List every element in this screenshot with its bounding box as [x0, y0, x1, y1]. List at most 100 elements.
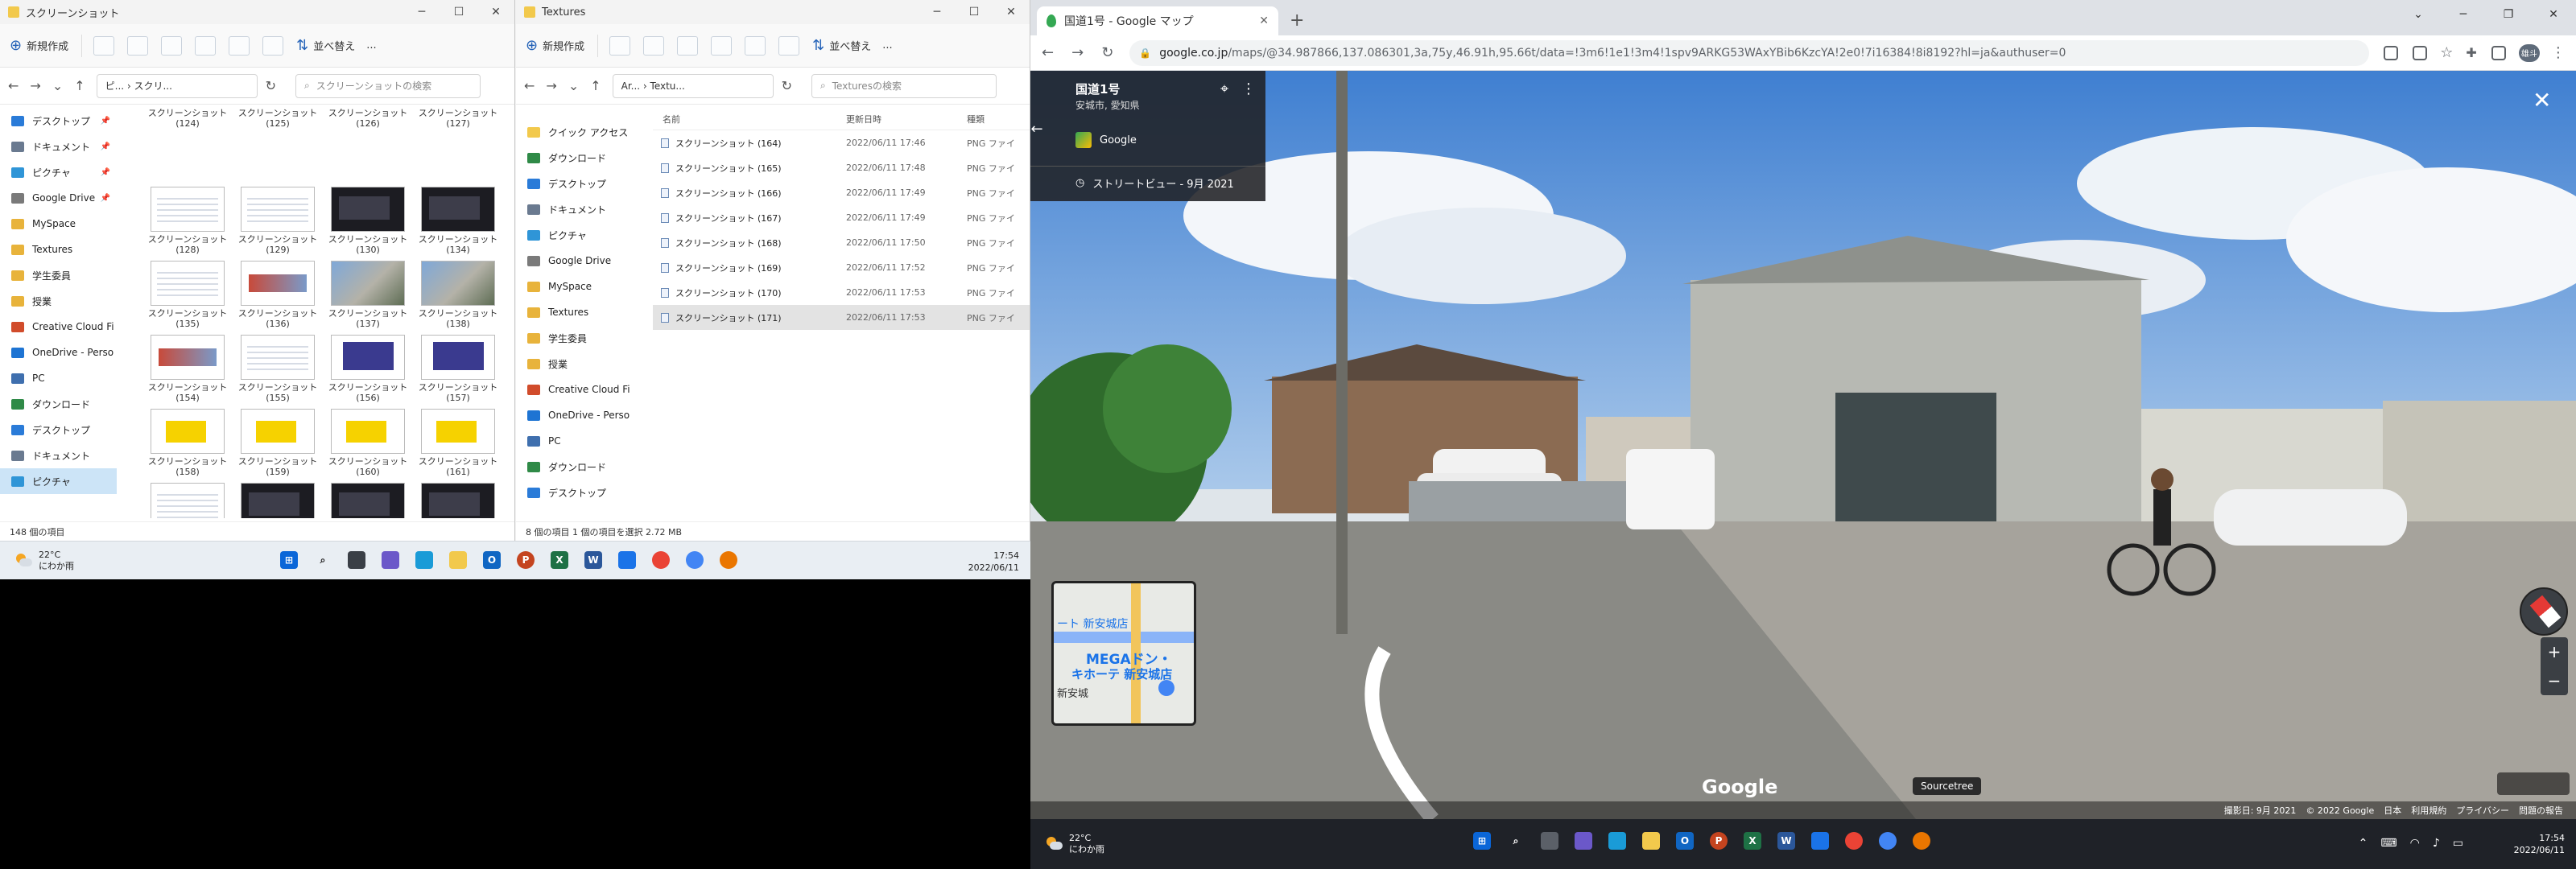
thumbnail-item[interactable]: スクリーンショット (137): [324, 256, 412, 330]
chevron-down-icon[interactable]: ⌄: [52, 78, 63, 93]
nav-item[interactable]: PC: [0, 365, 117, 391]
nav-item[interactable]: MySpace: [516, 274, 633, 299]
thumbnail-item[interactable]: スクリーンショット (154): [143, 330, 232, 404]
sort-button[interactable]: ⇅ 並べ替え: [812, 37, 871, 54]
nav-item[interactable]: OneDrive - Perso: [0, 340, 117, 365]
thumbnail-item[interactable]: スクリーンショット (125): [233, 108, 322, 182]
nav-item[interactable]: Creative Cloud Fi: [0, 314, 117, 340]
wifi-icon[interactable]: ◠: [2410, 837, 2420, 850]
close-button[interactable]: ✕: [993, 6, 1030, 19]
thumbnail-item[interactable]: スクリーンショット (135): [143, 256, 232, 330]
file-row[interactable]: スクリーンショット (171) 2022/06/11 17:53 PNG ファイ: [653, 305, 1030, 330]
back-icon[interactable]: ←: [524, 78, 535, 93]
sidepanel-icon[interactable]: [2491, 45, 2506, 60]
weather-widget[interactable]: 22°C にわか雨: [1045, 833, 1104, 855]
thumbnail-item[interactable]: スクリーンショット (128): [143, 182, 232, 256]
close-button[interactable]: ✕: [477, 6, 514, 19]
task-view-icon[interactable]: [1541, 832, 1558, 850]
layers-thumbnails[interactable]: [2497, 772, 2570, 795]
nav-item[interactable]: 学生委員: [0, 262, 117, 288]
menu-icon[interactable]: ⋮: [2551, 44, 2566, 61]
forward-icon[interactable]: →: [546, 78, 556, 93]
chrome-icon[interactable]: [686, 551, 704, 569]
timeline-button[interactable]: ◷ ストリートビュー - 9月 2021: [1075, 175, 1234, 191]
file-explorer-icon[interactable]: [449, 551, 467, 569]
nav-item[interactable]: ピクチャ: [0, 468, 117, 494]
provider[interactable]: Google: [1075, 132, 1137, 148]
file-row[interactable]: スクリーンショット (165) 2022/06/11 17:48 PNG ファイ: [653, 155, 1030, 180]
refresh-icon[interactable]: ↻: [782, 78, 792, 93]
column-type[interactable]: 種類: [967, 113, 985, 126]
up-icon[interactable]: ↑: [590, 78, 601, 93]
nav-item[interactable]: ピクチャ 📌: [0, 159, 117, 185]
sort-button[interactable]: ⇅ 並べ替え: [296, 37, 355, 54]
footer-link[interactable]: 利用規約: [2411, 804, 2446, 817]
volume-icon[interactable]: ♪: [2433, 837, 2440, 850]
thumbnail-item[interactable]: スクリーンショット (157): [414, 330, 502, 404]
pin-icon[interactable]: ⌖: [1220, 80, 1228, 97]
thumbnail-item[interactable]: スクリーンショット (160): [324, 404, 412, 478]
file-row[interactable]: スクリーンショット (168) 2022/06/11 17:50 PNG ファイ: [653, 230, 1030, 255]
forward-icon[interactable]: →: [30, 78, 40, 93]
back-icon[interactable]: ←: [1042, 44, 1054, 61]
nav-item[interactable]: デスクトップ: [516, 480, 633, 505]
nav-item[interactable]: PC: [516, 428, 633, 454]
thumbnail-item[interactable]: スクリーンショット (124): [143, 108, 232, 182]
thumbnail-item[interactable]: スクリーンショット (163): [233, 478, 322, 518]
nav-item[interactable]: ダウンロード: [516, 454, 633, 480]
footer-link[interactable]: 日本: [2384, 804, 2401, 817]
edge-icon[interactable]: [1608, 832, 1626, 850]
start-icon[interactable]: ⊞: [1473, 832, 1491, 850]
chrome-icon[interactable]: [1879, 832, 1897, 850]
close-tab-icon[interactable]: ✕: [1259, 14, 1269, 27]
chevron-up-icon[interactable]: ⌃: [2359, 837, 2368, 850]
delete-icon[interactable]: [262, 35, 284, 56]
nav-item[interactable]: ドキュメント: [516, 196, 633, 222]
back-icon[interactable]: ←: [8, 78, 19, 93]
bookmark-star-icon[interactable]: ☆: [2440, 44, 2453, 61]
address-input[interactable]: ピ... › スクリ...: [96, 73, 258, 98]
slack-icon[interactable]: [1845, 832, 1863, 850]
rename-icon[interactable]: [195, 35, 217, 56]
reload-icon[interactable]: ↻: [1101, 44, 1113, 61]
nav-item[interactable]: ドキュメント 📌: [0, 134, 117, 159]
thumbnail-item[interactable]: スクリーンショット (126): [324, 108, 412, 182]
new-button[interactable]: ⊕ 新規作成: [526, 37, 584, 54]
tab-search-icon[interactable]: ⌄: [2396, 8, 2441, 21]
file-row[interactable]: スクリーンショット (164) 2022/06/11 17:46 PNG ファイ: [653, 130, 1030, 155]
zoom-out-button[interactable]: −: [2541, 666, 2568, 695]
close-button[interactable]: ✕: [2531, 8, 2576, 21]
minimize-button[interactable]: ─: [2441, 8, 2486, 21]
share-icon[interactable]: [2413, 45, 2428, 60]
thumbnail-item[interactable]: スクリーンショット (127): [414, 108, 502, 182]
nav-item[interactable]: Google Drive 📌: [0, 185, 117, 211]
weather-widget[interactable]: 22°C にわか雨: [14, 550, 74, 572]
nav-item[interactable]: 授業: [0, 288, 117, 314]
nav-item[interactable]: デスクトップ: [0, 417, 117, 443]
tab-google-maps[interactable]: 国道1号 - Google マップ ✕: [1037, 6, 1278, 35]
blender-icon[interactable]: [1913, 832, 1930, 850]
minimize-button[interactable]: ─: [403, 6, 440, 19]
file-row[interactable]: スクリーンショット (166) 2022/06/11 17:49 PNG ファイ: [653, 180, 1030, 205]
extensions-icon[interactable]: ✚: [2466, 45, 2476, 60]
excel-icon[interactable]: X: [551, 551, 568, 569]
thumbnail-item[interactable]: スクリーンショット (138): [414, 256, 502, 330]
chat-icon[interactable]: [382, 551, 399, 569]
thumbnail-item[interactable]: スクリーンショット (162): [143, 478, 232, 518]
nav-item[interactable]: ダウンロード: [0, 391, 117, 417]
new-tab-button[interactable]: +: [1290, 10, 1304, 31]
edge-icon[interactable]: [415, 551, 433, 569]
copy-icon[interactable]: [127, 35, 149, 56]
nav-item[interactable]: Textures: [516, 299, 633, 325]
thumbnail-item[interactable]: スクリーンショット (156): [324, 330, 412, 404]
cut-icon[interactable]: [609, 35, 631, 56]
file-row[interactable]: スクリーンショット (169) 2022/06/11 17:52 PNG ファイ: [653, 255, 1030, 280]
share-icon[interactable]: [229, 35, 250, 56]
more-vert-icon[interactable]: ⋮: [1241, 80, 1256, 97]
nav-item[interactable]: 授業: [516, 351, 633, 377]
outlook-icon[interactable]: O: [1676, 832, 1694, 850]
restore-button[interactable]: ❐: [2486, 8, 2531, 21]
outlook-icon[interactable]: O: [483, 551, 501, 569]
nav-item[interactable]: ドキュメント: [0, 443, 117, 468]
back-arrow-icon[interactable]: ←: [1030, 121, 1048, 138]
